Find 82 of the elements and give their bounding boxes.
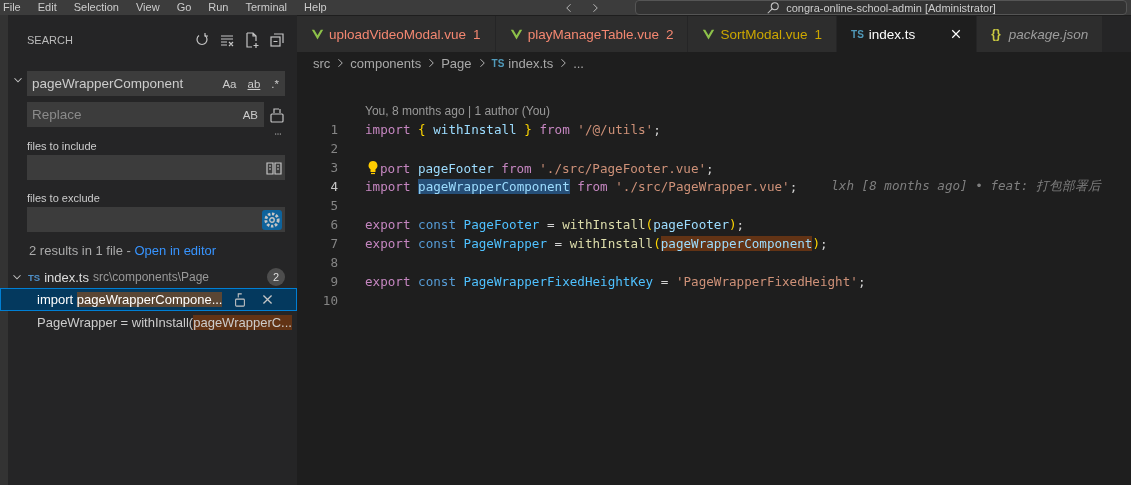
replace-field[interactable]: Replace AB	[27, 102, 264, 127]
line-number: 8	[329, 255, 338, 270]
collapse-all-icon[interactable]	[269, 32, 285, 48]
line-number: 5	[329, 198, 338, 213]
vue-file-icon	[702, 27, 716, 41]
tab-label: SortModal.vue	[720, 26, 808, 42]
count-badge: 2	[267, 268, 285, 286]
menu-item[interactable]: Terminal	[245, 0, 288, 15]
replace-placeholder: Replace	[32, 107, 83, 122]
exclude-field[interactable]	[27, 207, 285, 232]
menu-item[interactable]: Run	[208, 0, 229, 15]
search-option-toggle[interactable]: .*	[269, 76, 281, 91]
line-number: 10	[321, 293, 338, 308]
problem-count: 1	[814, 26, 823, 42]
line-number: 4	[329, 179, 338, 194]
breadcrumb-item[interactable]: Page	[441, 55, 472, 71]
refresh-icon[interactable]	[194, 32, 210, 48]
breadcrumb-item[interactable]: ...	[573, 55, 584, 71]
panel-title: SEARCH	[27, 34, 74, 46]
line-number: 9	[329, 274, 338, 289]
search-result[interactable]: import pageWrapperCompone...	[0, 288, 297, 311]
file-type-icon: TS	[851, 28, 864, 40]
result-text: import pageWrapperCompone...	[37, 292, 223, 307]
editor-tab[interactable]: playManageTable.vue 2	[495, 16, 689, 52]
field-label: files to exclude	[27, 192, 101, 204]
file-path: src\components\Page	[92, 270, 210, 284]
clear-results-icon[interactable]	[219, 32, 235, 48]
code-line: export const PageFooter = withInstall(pageFooter);	[365, 217, 745, 232]
code-line: export const PageWrapperFixedHeightKey = 'PageWrapperFixedHeight';	[365, 274, 866, 289]
result-text: PageWrapper = withInstall(pageWrapperC...	[37, 315, 292, 330]
menu-item[interactable]: File	[3, 0, 21, 15]
include-field[interactable]	[27, 155, 285, 180]
line-number: 7	[329, 236, 338, 251]
search-icon[interactable]	[766, 0, 781, 15]
problem-count: 2	[665, 26, 674, 42]
book-icon[interactable]	[266, 159, 282, 176]
editor-tab[interactable]: SortModal.vue 1	[688, 16, 838, 52]
menu-item[interactable]: Edit	[37, 0, 57, 15]
codelens[interactable]: You, 8 months ago | 1 author (You)	[297, 104, 1131, 120]
menu-item[interactable]: Selection	[73, 0, 119, 15]
tab-label: index.ts	[868, 26, 916, 42]
search-option-toggle[interactable]: ab	[245, 76, 263, 91]
close-icon[interactable]	[261, 292, 275, 306]
new-file-icon[interactable]	[244, 32, 260, 48]
search-option-toggle[interactable]: Aa	[220, 76, 239, 91]
menu-item[interactable]: View	[135, 0, 160, 15]
preserve-case-toggle[interactable]: AB	[240, 107, 260, 122]
search-text: pageWrapperComponent	[32, 76, 185, 91]
line-number: 1	[329, 122, 338, 137]
search-result[interactable]: PageWrapper = withInstall(pageWrapperC...	[0, 311, 297, 334]
search-field[interactable]: pageWrapperComponent Aa ab .*	[27, 71, 285, 96]
line-number: 2	[329, 141, 338, 156]
code-line: import { withInstall } from '/@/utils';	[365, 122, 661, 137]
tab-label: playManageTable.vue	[527, 26, 659, 42]
gear-icon[interactable]	[263, 210, 281, 229]
line-number: 3	[329, 160, 338, 175]
close-icon[interactable]	[950, 28, 963, 40]
breadcrumb-item[interactable]: index.ts	[508, 55, 554, 71]
menu-item[interactable]: Help	[304, 0, 327, 15]
problem-count: 1	[473, 26, 481, 42]
field-label: files to include	[27, 140, 98, 152]
line-number: 6	[329, 217, 338, 232]
file-type-icon: {}	[991, 27, 1001, 41]
editor-tab[interactable]: {} package.json	[977, 16, 1104, 52]
file-name[interactable]: index.ts	[44, 269, 89, 285]
breadcrumb-item[interactable]: src	[313, 55, 331, 71]
editor-tab[interactable]: uploadVideoModal.vue 1	[297, 16, 496, 52]
breadcrumb-item[interactable]: components	[350, 55, 422, 71]
vue-file-icon	[311, 27, 324, 41]
code-line: export const PageWrapper = withInstall(pageWrapperComponent);	[365, 236, 828, 251]
menu-item[interactable]: Go	[176, 0, 192, 15]
file-type-icon: TS	[491, 57, 505, 69]
file-type-icon: TS	[28, 271, 41, 283]
git-blame-annotation: lxh [8 months ago] • feat: 打包部署后	[831, 178, 1101, 195]
editor-tab[interactable]: TS index.ts	[837, 16, 978, 52]
tab-label: uploadVideoModal.vue	[329, 26, 467, 42]
results-summary: 2 results in 1 file -	[29, 243, 132, 258]
code-line: port pageFooter from './src/PageFooter.vue';	[365, 159, 714, 176]
code-line: import pageWrapperComponent from './src/PageWrapper.vue';	[365, 179, 798, 194]
tab-label: package.json	[1008, 26, 1089, 42]
open-in-editor-link[interactable]: Open in editor	[134, 243, 217, 258]
vue-file-icon	[509, 27, 523, 41]
